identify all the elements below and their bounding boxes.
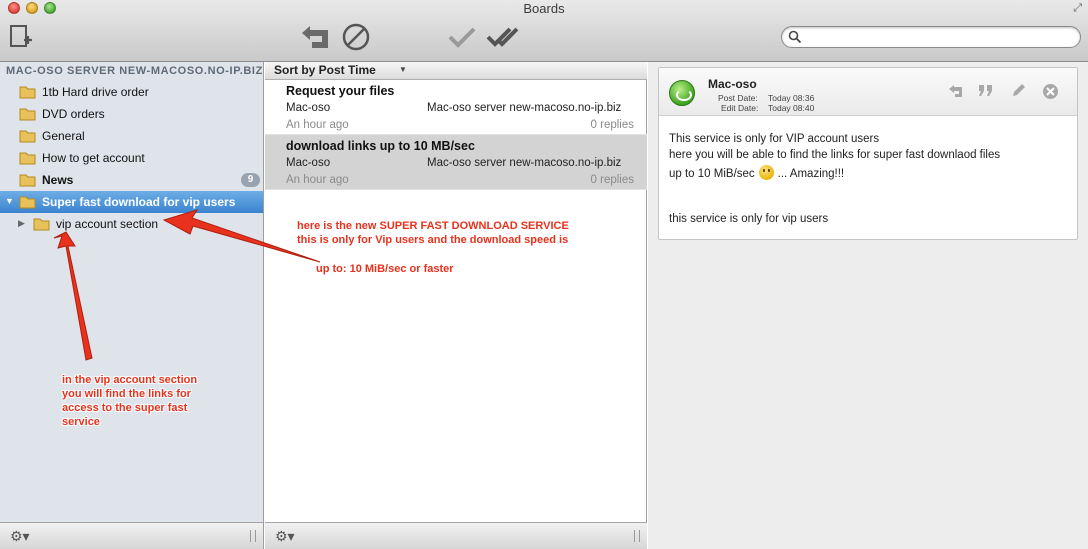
edit-pencil-icon[interactable] — [1010, 83, 1027, 99]
sidebar-item-dvd-orders[interactable]: DVD orders — [0, 103, 263, 125]
search-icon — [788, 30, 802, 44]
post-title: Request your files — [286, 84, 395, 98]
post-list: Sort by Post Time ▼ Request your files M… — [265, 62, 647, 549]
post-board: Mac-oso server new-macoso.no-ip.biz — [427, 157, 622, 169]
post-card: Mac-oso Post Date: Today 08:36 Edit Date… — [658, 67, 1078, 240]
resize-grip-icon[interactable] — [634, 530, 640, 542]
body-line: up to 10 MiB/sec ... Amazing!!! — [669, 163, 1000, 185]
post-replies: 0 replies — [590, 119, 634, 131]
reply-arrow-icon — [302, 26, 328, 48]
folder-icon — [19, 152, 36, 165]
quote-icon[interactable] — [977, 83, 995, 99]
sidebar-item-label: How to get account — [42, 151, 145, 165]
annotation-line: in the vip account section — [62, 374, 198, 386]
body-text: up to 10 MiB/sec — [669, 168, 755, 180]
post-header: Mac-oso Post Date: Today 08:36 Edit Date… — [659, 68, 1077, 116]
post-board: Mac-oso server new-macoso.no-ip.biz — [427, 102, 622, 114]
disclosure-expanded-icon[interactable]: ▼ — [5, 196, 14, 206]
reply-icon[interactable] — [947, 83, 964, 99]
window-titlebar: Boards ⤢ — [0, 0, 1088, 62]
annotation-line: access to the super fast — [62, 402, 188, 414]
post-time: An hour ago — [286, 119, 349, 131]
resize-grip-icon[interactable] — [250, 530, 256, 542]
sidebar-item-vip-account-section[interactable]: ▶ vip account section — [0, 213, 263, 235]
post-list-footer: ⚙▾ — [265, 522, 647, 549]
post-detail: Mac-oso Post Date: Today 08:36 Edit Date… — [648, 62, 1088, 549]
sidebar-item-label: News — [42, 173, 74, 187]
sidebar-item-label: General — [42, 129, 85, 143]
folder-icon — [19, 130, 36, 143]
sidebar-item-label: DVD orders — [42, 107, 105, 121]
sidebar-item-label: vip account section — [56, 217, 159, 231]
mark-read-button[interactable] — [446, 24, 478, 50]
cancel-button[interactable] — [340, 22, 372, 52]
annotation-line: you will find the links for — [62, 388, 191, 400]
post-author: Mac-oso — [286, 157, 331, 169]
checkmark-icon — [448, 27, 476, 48]
post-date: Today 08:36 — [768, 93, 815, 103]
fullscreen-icon[interactable]: ⤢ — [1073, 2, 1082, 15]
post-title: download links up to 10 MB/sec — [286, 139, 475, 153]
prohibit-icon — [342, 23, 370, 51]
edit-date-label: Edit Date: — [721, 103, 759, 113]
gear-icon[interactable]: ⚙▾ — [10, 528, 30, 545]
folder-icon — [19, 108, 36, 121]
annotation-line: up to: 10 MiB/sec or faster — [316, 263, 454, 275]
annotation-line: service — [62, 416, 100, 428]
post-row[interactable]: Request your files Mac-oso Mac-oso serve… — [265, 80, 647, 135]
new-document-icon — [10, 25, 32, 47]
unread-count-badge: 9 — [241, 173, 260, 187]
chevron-down-icon: ▼ — [399, 65, 407, 74]
search-field[interactable] — [781, 26, 1081, 48]
post-replies: 0 replies — [590, 174, 634, 186]
body-line: This service is only for VIP account use… — [669, 133, 880, 145]
post-row[interactable]: download links up to 10 MB/sec Mac-oso M… — [265, 135, 647, 190]
folder-icon — [19, 174, 36, 187]
post-author: Mac-oso — [286, 102, 331, 114]
post-time: An hour ago — [286, 174, 349, 186]
gear-icon[interactable]: ⚙▾ — [275, 528, 295, 545]
edit-date: Today 08:40 — [768, 103, 815, 113]
delete-icon[interactable] — [1042, 83, 1059, 100]
avatar — [669, 80, 695, 106]
post-author: Mac-oso — [708, 77, 757, 91]
sidebar-item-news[interactable]: News 9 — [0, 169, 263, 191]
mark-all-read-button[interactable] — [486, 24, 520, 50]
body-text: ... Amazing!!! — [777, 168, 845, 180]
sidebar-item-super-fast-download[interactable]: ▼ Super fast download for vip users — [0, 191, 263, 213]
annotation-line: here is the new SUPER FAST DOWNLOAD SERV… — [297, 220, 569, 232]
folder-icon — [33, 218, 50, 231]
sidebar-item-1tb-hard-drive-order[interactable]: 1tb Hard drive order — [0, 81, 263, 103]
body-line: this service is only for vip users — [669, 213, 829, 225]
new-post-button[interactable] — [8, 23, 34, 51]
window-title: Boards — [523, 1, 565, 16]
double-checkmark-icon — [486, 27, 519, 47]
sidebar-item-how-to-get-account[interactable]: How to get account — [0, 147, 263, 169]
boards-sidebar: MAC-OSO SERVER NEW-MACOSO.NO-IP.BIZ 1tb … — [0, 62, 264, 549]
post-date-label: Post Date: — [718, 93, 758, 103]
sidebar-item-label: Super fast download for vip users — [42, 195, 236, 209]
folder-icon — [19, 196, 36, 209]
disclosure-collapsed-icon[interactable]: ▶ — [18, 218, 25, 229]
sort-menu[interactable]: Sort by Post Time ▼ — [265, 62, 647, 80]
sidebar-item-label: 1tb Hard drive order — [42, 85, 149, 99]
surprised-emoji-icon — [758, 165, 774, 180]
server-header: MAC-OSO SERVER NEW-MACOSO.NO-IP.BIZ — [6, 65, 263, 77]
post-body: This service is only for VIP account use… — [669, 131, 1000, 227]
sidebar-footer: ⚙▾ — [0, 522, 263, 549]
folder-icon — [19, 86, 36, 99]
body-line: here you will be able to find the links … — [669, 149, 1001, 161]
sort-label: Sort by Post Time — [274, 63, 376, 77]
sidebar-item-general[interactable]: General — [0, 125, 263, 147]
search-input[interactable] — [804, 29, 1074, 45]
annotation-line: this is only for Vip users and the downl… — [297, 234, 569, 246]
reply-button[interactable] — [298, 22, 332, 52]
